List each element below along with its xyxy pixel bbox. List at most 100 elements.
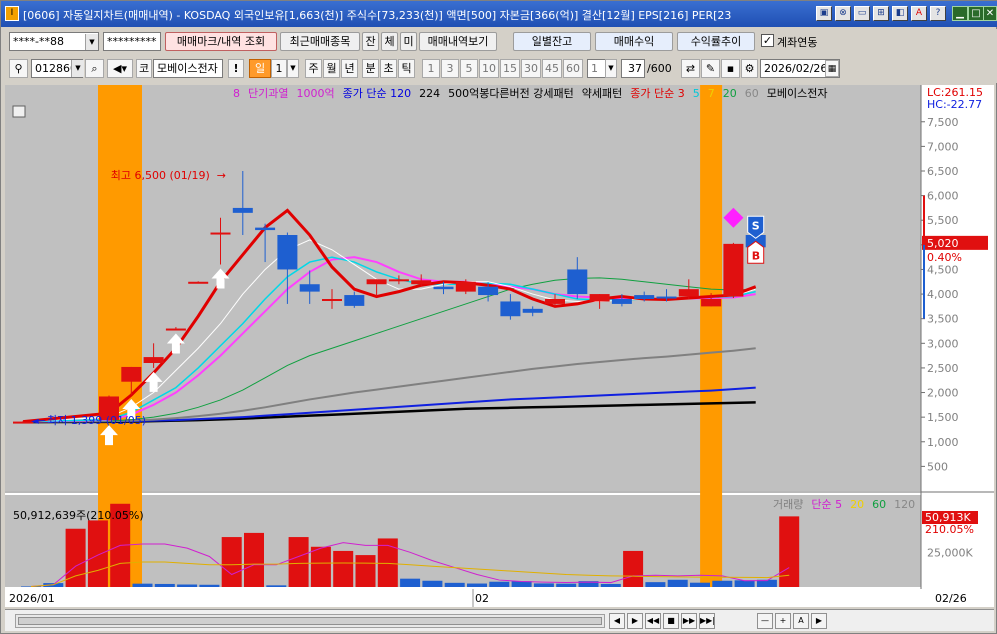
scroll-bar[interactable]: ◀ ▶ ◀◀ ■ ▶▶ ▶▶| — + A ▶ <box>5 609 994 631</box>
volume-bar[interactable] <box>734 580 755 587</box>
volume-bar[interactable] <box>266 585 287 587</box>
return-trend-button[interactable]: 수익률추이 <box>677 32 755 51</box>
minute-3-button[interactable]: 3 <box>441 59 459 78</box>
link-icon[interactable]: ⊗ <box>835 6 851 21</box>
candle-body[interactable] <box>678 289 699 297</box>
candle-body[interactable] <box>188 281 209 284</box>
playback-button[interactable]: — <box>757 613 773 629</box>
font-icon[interactable]: A <box>911 6 927 21</box>
period-value[interactable]: 1 <box>271 59 287 78</box>
volume-bar[interactable] <box>600 583 621 587</box>
candle-body[interactable] <box>210 232 231 235</box>
candle-body[interactable] <box>277 235 298 270</box>
volume-bar[interactable] <box>132 583 153 587</box>
volume-bar[interactable] <box>645 582 666 587</box>
candle-body[interactable] <box>545 299 565 304</box>
candle-body[interactable] <box>500 301 521 317</box>
help-icon[interactable]: ? <box>930 6 946 21</box>
candle-body[interactable] <box>522 308 543 313</box>
candle-body[interactable] <box>723 243 744 297</box>
volume-bar[interactable] <box>221 537 242 587</box>
playback-button[interactable]: ▶▶ <box>681 613 697 629</box>
search-icon[interactable]: ⌕ <box>85 59 104 78</box>
chevron-down-icon[interactable]: ▼ <box>605 59 617 78</box>
volume-bar[interactable] <box>400 578 421 587</box>
volume-bar[interactable] <box>333 550 354 587</box>
floppy-icon[interactable]: ▪ <box>721 59 740 78</box>
playback-button[interactable]: + <box>775 613 791 629</box>
stock-name-field[interactable]: 모베이스전자 <box>153 59 223 78</box>
candle-body[interactable] <box>299 284 320 292</box>
grid-icon[interactable] <box>12 105 26 118</box>
candle-body[interactable] <box>366 279 387 285</box>
calendar-icon[interactable]: ▦ <box>825 60 839 77</box>
playback-button[interactable]: A <box>793 613 809 629</box>
volume-bar[interactable] <box>310 546 331 587</box>
period-day-button[interactable]: 일 <box>249 59 271 78</box>
minute-1-button[interactable]: 1 <box>422 59 440 78</box>
scroll-thumb[interactable] <box>18 617 602 625</box>
minute-60-button[interactable]: 60 <box>563 59 583 78</box>
chevron-down-icon[interactable]: ▼ <box>71 60 84 77</box>
playback-button[interactable]: ■ <box>663 613 679 629</box>
candle-body[interactable] <box>701 299 722 307</box>
candle-body[interactable] <box>455 281 476 292</box>
volume-bar[interactable] <box>556 583 577 587</box>
candle-body[interactable] <box>411 280 432 285</box>
minute-30-button[interactable]: 30 <box>521 59 541 78</box>
volume-bar[interactable] <box>87 520 108 587</box>
app-logo-icon[interactable]: I <box>5 6 19 21</box>
playback-button[interactable]: ▶ <box>811 613 827 629</box>
volume-bar[interactable] <box>467 583 487 587</box>
playback-button[interactable]: ◀ <box>609 613 625 629</box>
volume-bar[interactable] <box>177 584 198 587</box>
volume-bar[interactable] <box>533 583 554 587</box>
candle-body[interactable] <box>611 299 632 304</box>
stock-chart[interactable]: 7,5007,0006,5006,0005,5005,0004,5004,000… <box>5 85 994 607</box>
candle-body[interactable] <box>255 227 276 231</box>
stamp-icon[interactable]: ◧ <box>892 6 908 21</box>
volume-bar[interactable] <box>21 586 41 587</box>
volume-bar[interactable] <box>355 555 376 587</box>
minimize-button[interactable]: ▁ <box>952 6 968 21</box>
volume-bar[interactable] <box>444 582 465 587</box>
candle-body[interactable] <box>143 357 164 363</box>
candle-body[interactable] <box>388 279 409 282</box>
period-week-button[interactable]: 주 <box>305 59 322 78</box>
close-button[interactable]: ✕ <box>983 6 997 21</box>
maximize-button[interactable]: □ <box>968 6 984 21</box>
volume-bar[interactable] <box>199 584 220 587</box>
trade-mark-query-button[interactable]: 매매마크/내역 조회 <box>165 32 277 51</box>
volume-bar[interactable] <box>712 580 733 587</box>
candle-body[interactable] <box>13 421 33 424</box>
candle-body[interactable] <box>121 366 142 382</box>
daily-balance-button[interactable]: 일별잔고 <box>513 32 591 51</box>
arrows-icon[interactable]: ⇄ <box>681 59 700 78</box>
executed-button[interactable]: 체 <box>381 32 398 51</box>
candle-body[interactable] <box>322 299 342 301</box>
candle-body[interactable] <box>567 269 588 295</box>
account-select[interactable]: ****-**88 ▼ <box>9 32 99 51</box>
volume-bar[interactable] <box>690 582 710 587</box>
volume-bar[interactable] <box>623 550 644 587</box>
alert-icon[interactable]: ! <box>228 59 244 78</box>
screen-icon[interactable]: ▭ <box>854 6 870 21</box>
period-year-button[interactable]: 년 <box>341 59 358 78</box>
period-minute-button[interactable]: 분 <box>362 59 379 78</box>
pin-icon[interactable]: ⚲ <box>9 59 28 78</box>
volume-bar[interactable] <box>244 532 264 587</box>
playback-button[interactable]: ◀◀ <box>645 613 661 629</box>
account-link-checkbox[interactable]: ✓ <box>761 34 774 47</box>
period-tick-button[interactable]: 틱 <box>398 59 415 78</box>
playback-button[interactable]: ▶ <box>627 613 643 629</box>
balance-button[interactable]: 잔 <box>362 32 379 51</box>
volume-bar[interactable] <box>489 581 510 587</box>
candle-body[interactable] <box>165 328 186 331</box>
period-second-button[interactable]: 초 <box>380 59 397 78</box>
password-field[interactable]: ********* <box>103 32 161 51</box>
chevron-down-icon[interactable]: ▼ <box>287 59 299 78</box>
minute-45-button[interactable]: 45 <box>542 59 562 78</box>
recent-trades-button[interactable]: 최근매매종목 <box>280 32 360 51</box>
volume-bar[interactable] <box>288 537 309 587</box>
playback-button[interactable]: ▶▶| <box>699 613 715 629</box>
